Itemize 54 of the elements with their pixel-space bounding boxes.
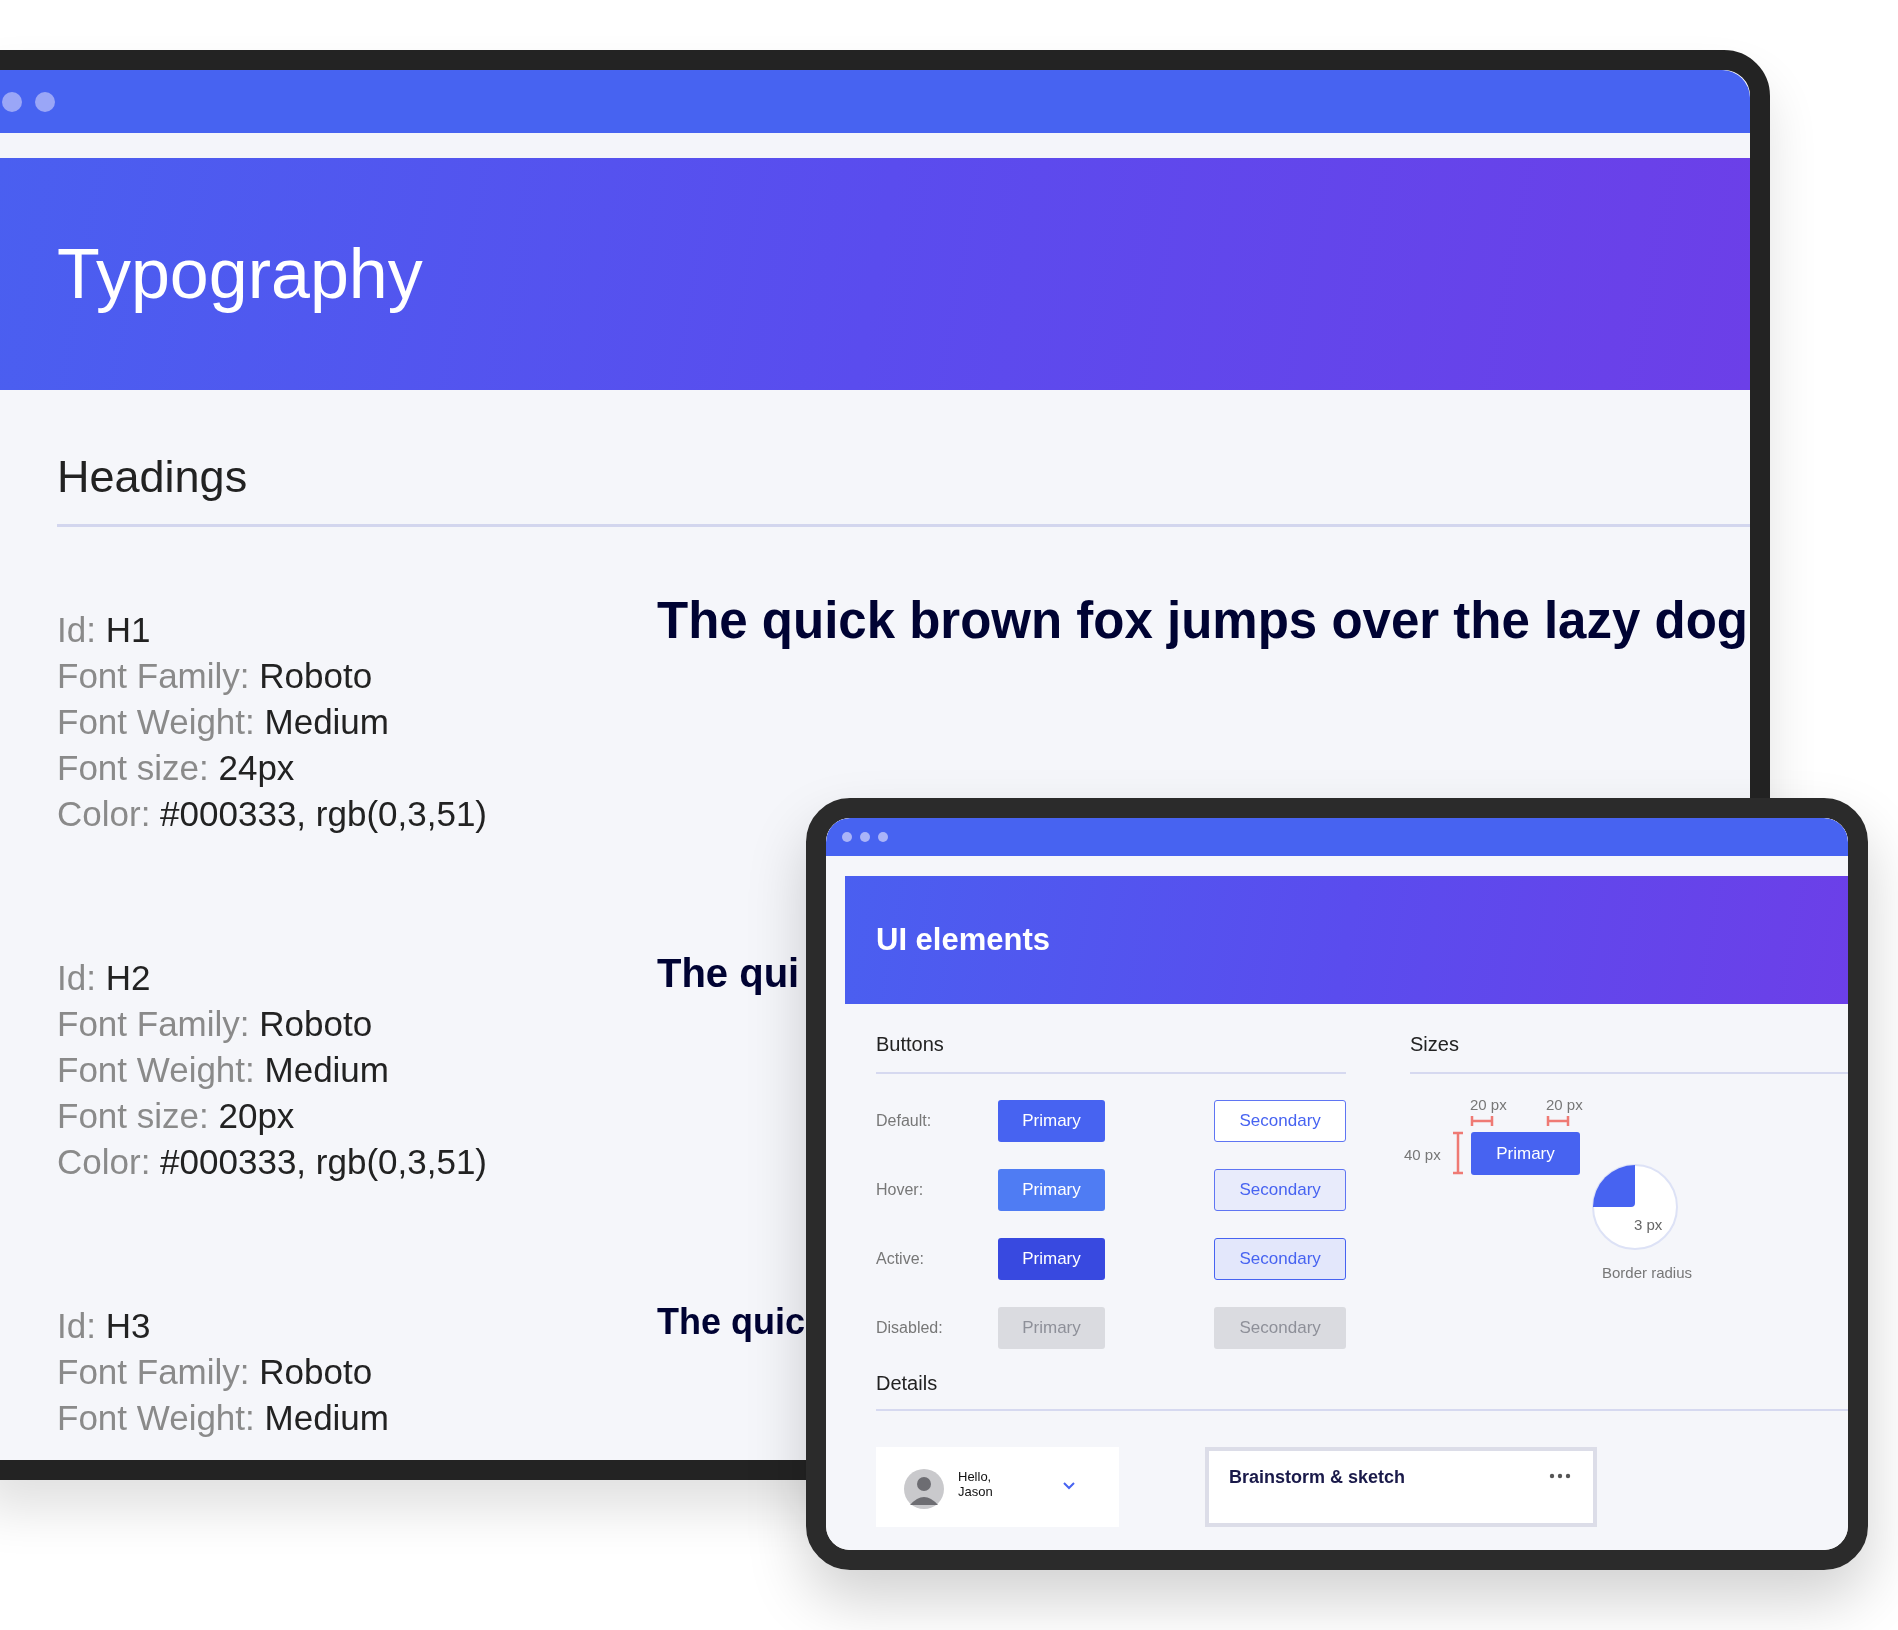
sample-text: The qui (657, 951, 800, 996)
width-measure-icon (1546, 1115, 1570, 1127)
state-label: Active: (876, 1250, 925, 1268)
measure-label: 3 px (1634, 1216, 1663, 1233)
window-dot (878, 832, 888, 842)
section-heading: Buttons (876, 1032, 945, 1056)
secondary-button[interactable]: Secondary (1214, 1307, 1346, 1349)
avatar-icon (904, 1469, 944, 1509)
spec-line: Font Family: Roboto (57, 1351, 374, 1393)
spec-line: Font Family: Roboto (57, 1003, 374, 1045)
caption: Border radius (1602, 1264, 1693, 1281)
secondary-button[interactable]: Secondary (1214, 1238, 1346, 1280)
state-label: Hover: (876, 1181, 925, 1199)
spec-line: Color: #000333, rgb(0,3,51) (57, 793, 488, 835)
spec-line: Font Family: Roboto (57, 655, 374, 697)
sample-text: The quic (657, 1301, 805, 1343)
primary-button[interactable]: Primary (997, 1100, 1106, 1142)
window-dot (860, 832, 870, 842)
spec-line: Id: H1 (57, 609, 152, 651)
secondary-button[interactable]: Secondary (1214, 1100, 1346, 1142)
greeting-text: Hello, (958, 1469, 993, 1484)
measure-label: 20 px (1546, 1096, 1583, 1113)
section-heading: Sizes (1410, 1032, 1460, 1056)
spec-line: Font Weight: Medium (57, 1397, 390, 1439)
window-dot (2, 91, 22, 112)
spec-line: Font Weight: Medium (57, 1049, 390, 1091)
state-label: Default: (876, 1112, 933, 1130)
spec-line: Font size: 24px (57, 747, 296, 789)
window-dot (35, 91, 55, 112)
spec-line: Font size: 20px (57, 1095, 296, 1137)
greeting-text: Jason (958, 1484, 994, 1499)
measure-label: 40 px (1404, 1146, 1441, 1163)
section-heading: Headings (57, 450, 249, 504)
more-icon[interactable] (1549, 1473, 1571, 1479)
spec-line: Id: H3 (57, 1305, 152, 1347)
state-label: Disabled: (876, 1319, 944, 1337)
section-heading: Details (876, 1371, 939, 1395)
card-title: Brainstorm & sketch (1229, 1467, 1406, 1488)
spec-line: Id: H2 (57, 957, 152, 999)
primary-button[interactable]: Primary (997, 1238, 1106, 1280)
primary-button[interactable]: Primary (997, 1307, 1106, 1349)
page-title: Typography (57, 234, 423, 314)
width-measure-icon (1470, 1115, 1494, 1127)
chevron-down-icon[interactable] (1062, 1481, 1076, 1491)
primary-button[interactable]: Primary (1471, 1132, 1580, 1175)
window-dot (842, 832, 852, 842)
measure-label: 20 px (1470, 1096, 1507, 1113)
spec-line: Color: #000333, rgb(0,3,51) (57, 1141, 488, 1183)
sample-text: The quick brown fox jumps over the lazy dog (657, 591, 1748, 650)
page-title: UI elements (876, 922, 1050, 958)
primary-button[interactable]: Primary (997, 1169, 1106, 1211)
secondary-button[interactable]: Secondary (1214, 1169, 1346, 1211)
height-measure-icon (1452, 1131, 1464, 1175)
spec-line: Font Weight: Medium (57, 701, 390, 743)
